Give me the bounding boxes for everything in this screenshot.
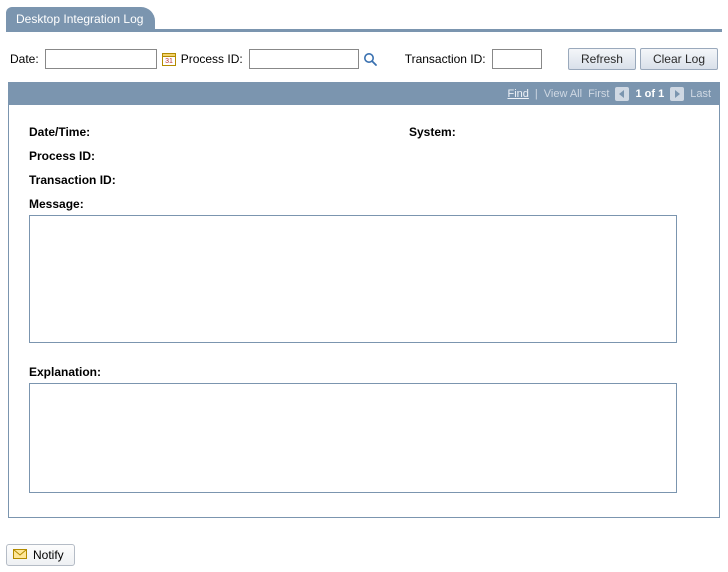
process-id-label: Process ID: — [181, 52, 243, 66]
process-id-input[interactable] — [249, 49, 359, 69]
first-link[interactable]: First — [588, 88, 609, 100]
find-link[interactable]: Find — [507, 88, 528, 100]
view-all-link[interactable]: View All — [544, 88, 582, 100]
tab-bar: Desktop Integration Log — [6, 6, 722, 32]
transaction-id-label: Transaction ID: — [405, 52, 486, 66]
footer-bar: Notify — [6, 544, 722, 566]
log-record: Date/Time: System: Process ID: Transacti… — [9, 105, 719, 517]
log-panel: Find | View All First 1 of 1 Last Date/T… — [8, 82, 720, 518]
tab-desktop-integration-log[interactable]: Desktop Integration Log — [6, 7, 155, 30]
prev-icon[interactable] — [615, 87, 629, 101]
notify-button[interactable]: Notify — [6, 544, 75, 566]
transaction-id-input[interactable] — [492, 49, 542, 69]
explanation-label: Explanation: — [29, 365, 699, 379]
record-transaction-id-label: Transaction ID: — [29, 173, 116, 187]
next-icon[interactable] — [670, 87, 684, 101]
svg-text:31: 31 — [165, 58, 173, 65]
calendar-icon[interactable]: 31 — [161, 50, 177, 68]
message-label: Message: — [29, 197, 699, 211]
datetime-label: Date/Time: — [29, 125, 90, 139]
last-link[interactable]: Last — [690, 88, 711, 100]
lookup-icon[interactable] — [363, 50, 379, 68]
record-process-id-label: Process ID: — [29, 149, 95, 163]
message-textarea[interactable] — [29, 215, 677, 343]
nav-separator: | — [535, 88, 538, 100]
notify-label: Notify — [33, 548, 64, 562]
date-input[interactable] — [45, 49, 157, 69]
explanation-textarea[interactable] — [29, 383, 677, 493]
date-label: Date: — [10, 52, 39, 66]
clear-log-button[interactable]: Clear Log — [640, 48, 718, 70]
notify-icon — [13, 549, 27, 561]
refresh-button[interactable]: Refresh — [568, 48, 636, 70]
grid-nav-bar: Find | View All First 1 of 1 Last — [9, 83, 719, 105]
row-counter: 1 of 1 — [635, 88, 664, 100]
system-label: System: — [409, 125, 456, 139]
filter-row: Date: 31 Process ID: Transaction ID: Ref… — [6, 48, 722, 82]
